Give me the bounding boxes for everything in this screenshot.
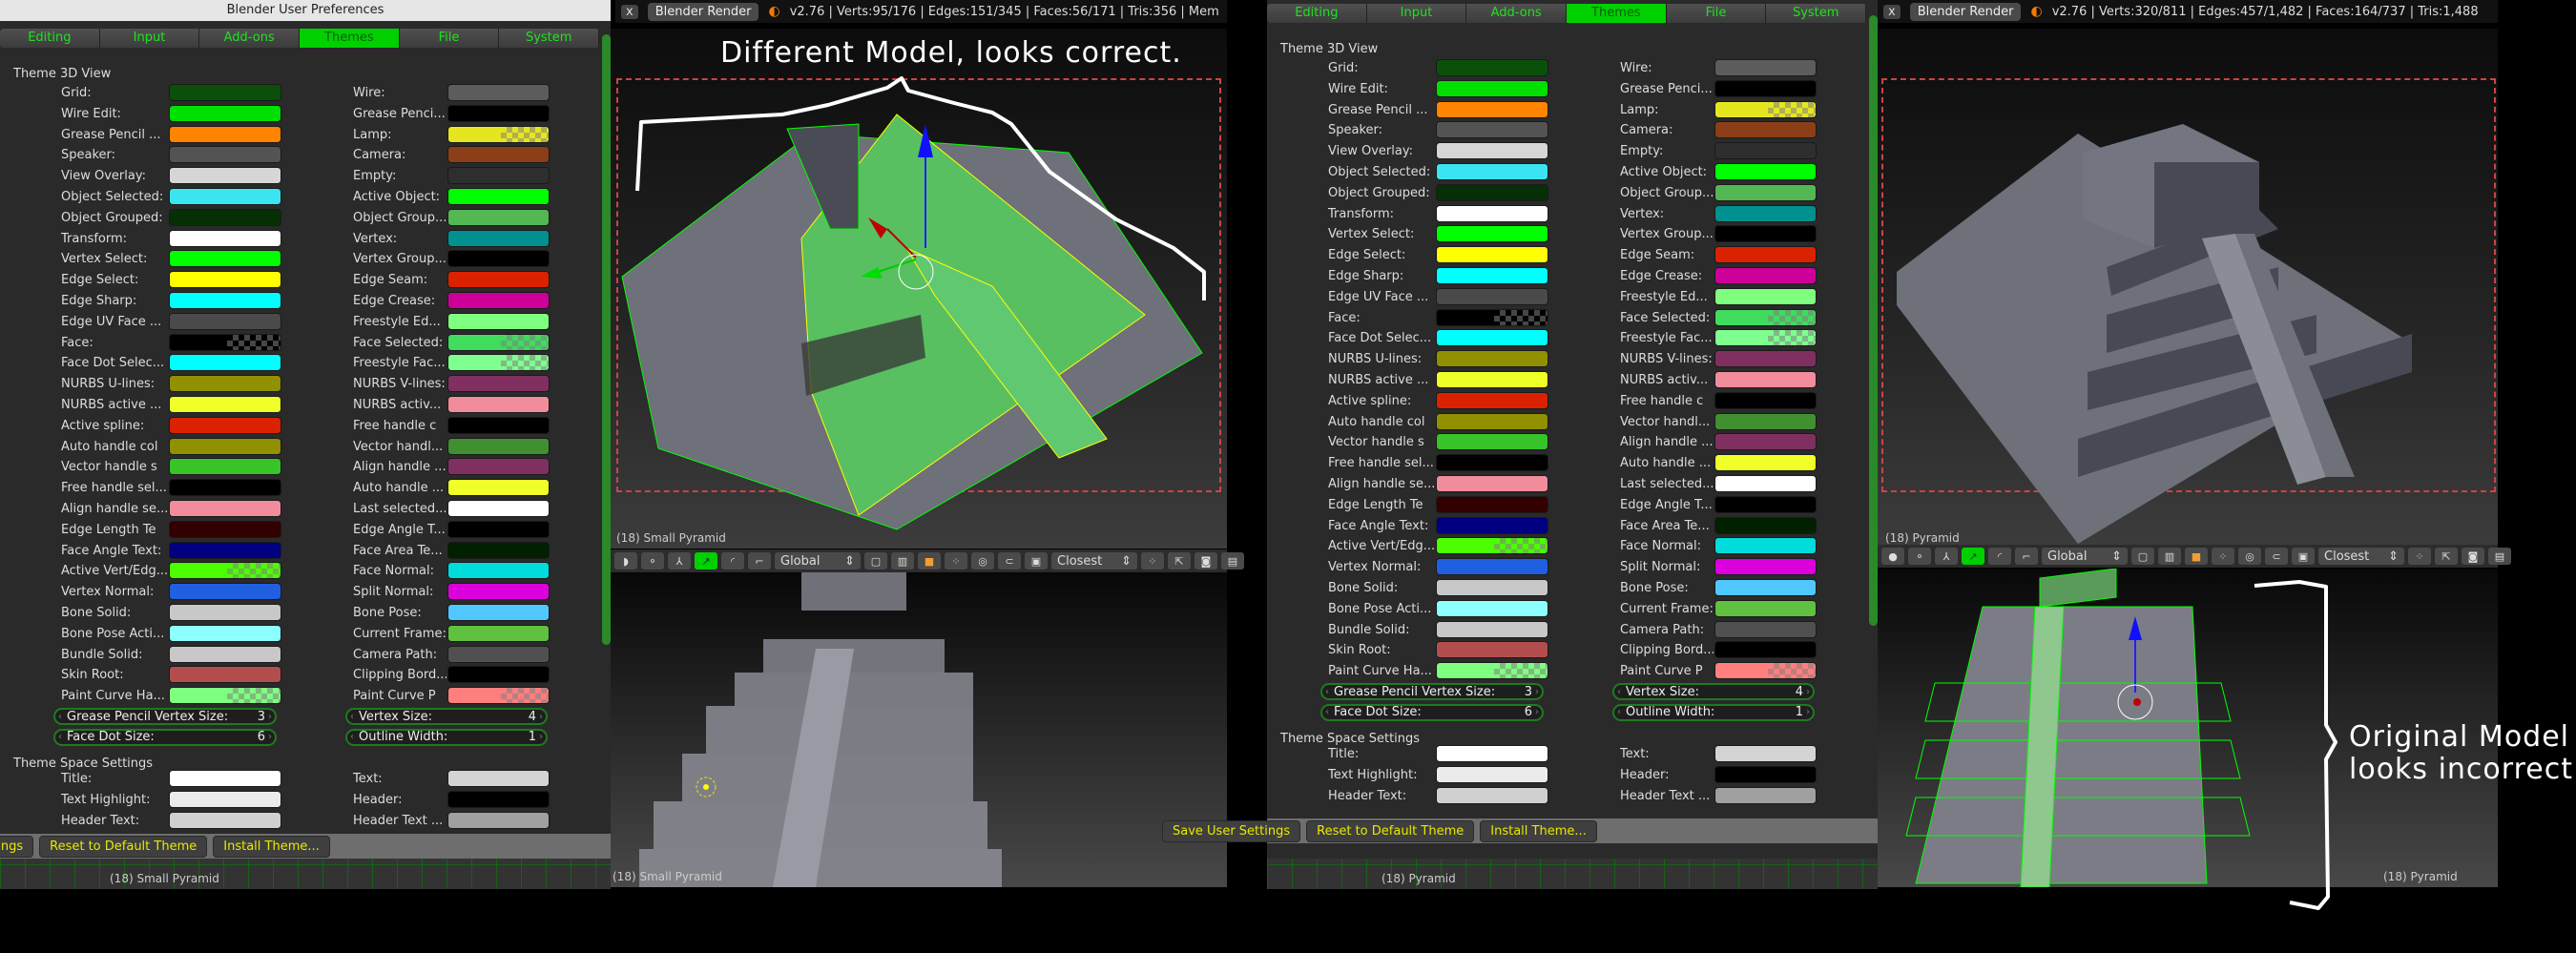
bracket-right — [2254, 580, 2337, 910]
annotation-line: looks incorrect — [2349, 753, 2573, 786]
annotation-line: Original Model — [2349, 720, 2570, 754]
bracket-top — [635, 76, 1206, 300]
annotation-incorrect-model: Original Model looks incorrect — [2349, 721, 2573, 786]
annotation-bracket-lines — [635, 76, 2337, 910]
